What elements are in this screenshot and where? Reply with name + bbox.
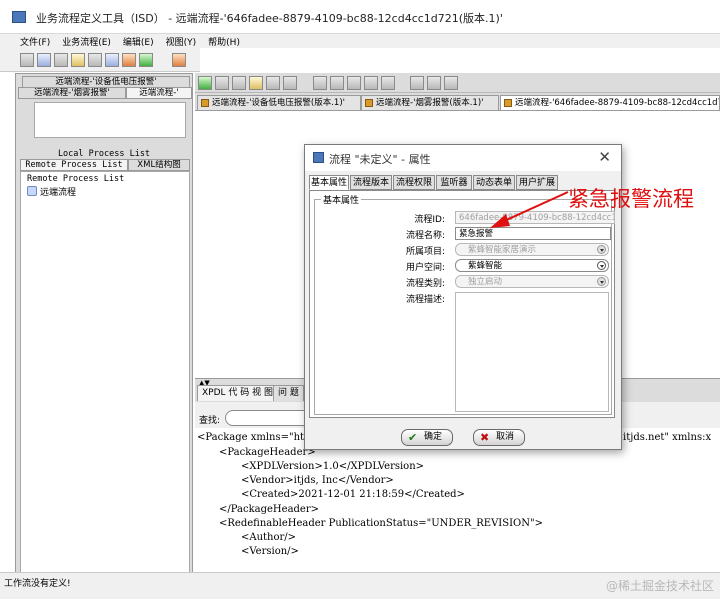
description-textarea[interactable]: [455, 292, 609, 412]
document-tabs: 远端流程-'设备低电压报警(版本.1)' 远端流程-'烟雾报警(版本.1)' 远…: [195, 93, 720, 111]
user-space-label: 用户空间:: [405, 263, 445, 273]
process-type-select: 独立启动: [455, 275, 609, 288]
project-select: 紫蜂智能家居演示: [455, 243, 609, 256]
distribute-icon[interactable]: [364, 76, 378, 90]
project-label: 所属项目:: [405, 247, 445, 257]
code-line: <RedefinableHeader PublicationStatus="UN…: [219, 518, 543, 529]
tab-process-version[interactable]: 流程版本: [350, 175, 392, 190]
print-icon[interactable]: [88, 53, 102, 67]
local-process-label[interactable]: Local Process List: [16, 149, 192, 159]
new-icon[interactable]: [20, 53, 34, 67]
annotation-label: 紧急报警流程: [568, 187, 694, 211]
annotation-arrow-icon: [490, 191, 569, 228]
exit-icon[interactable]: [172, 53, 186, 67]
align-center-icon[interactable]: [330, 76, 344, 90]
menu-edit[interactable]: 编辑(E): [123, 35, 154, 48]
layout-icon[interactable]: [427, 76, 441, 90]
subflow-icon[interactable]: [283, 76, 297, 90]
tab-process-permissions[interactable]: 流程权限: [393, 175, 435, 190]
import-icon[interactable]: [122, 53, 136, 67]
code-line: </PackageHeader>: [219, 504, 320, 515]
tab-listeners[interactable]: 监听器: [436, 175, 472, 190]
code-line: <Package xmlns="htt: [197, 432, 309, 443]
status-text: 工作流没有定义!: [4, 579, 71, 589]
add-icon[interactable]: [139, 53, 153, 67]
tab-smoke[interactable]: 远端流程-'烟雾报警': [18, 87, 126, 99]
tab-xpdl-code[interactable]: XPDL 代 码 视 图: [197, 385, 278, 401]
tab-issues[interactable]: 问 题: [273, 385, 304, 401]
ok-button[interactable]: ✔ 确定: [401, 429, 453, 446]
menu-process[interactable]: 业务流程(E): [62, 35, 111, 48]
save-icon[interactable]: [54, 53, 68, 67]
align-left-icon[interactable]: [313, 76, 327, 90]
doc-tab-current[interactable]: 远端流程-'646fadee-8879-4109-bc88-12cd4cc1d7…: [500, 95, 720, 110]
chevron-down-icon: [597, 277, 606, 286]
note-icon[interactable]: [249, 76, 263, 90]
code-line: <Vendor>itjds, Inc</Vendor>: [241, 475, 394, 486]
process-icon: [504, 99, 512, 107]
process-icon: [201, 99, 209, 107]
process-name-label: 流程名称:: [405, 231, 445, 241]
menu-view[interactable]: 视图(Y): [166, 35, 197, 48]
grid-icon[interactable]: [410, 76, 424, 90]
title-bar: 业务流程定义工具（ISD） - 远端流程-'646fadee-8879-4109…: [0, 0, 720, 34]
process-type-label: 流程类别:: [405, 279, 445, 289]
chevron-down-icon: [597, 245, 606, 254]
process-icon: [365, 99, 373, 107]
dialog-title: 流程 "未定义" - 属性: [329, 153, 431, 166]
process-id-label: 流程ID:: [414, 215, 445, 225]
menu-bar: 文件(F) 业务流程(E) 编辑(E) 视图(Y) 帮助(H): [0, 34, 720, 48]
description-label: 流程描述:: [405, 295, 445, 305]
status-bar: 工作流没有定义! @稀土掘金技术社区: [0, 572, 720, 599]
dialog-icon: [313, 152, 324, 163]
list-header: Remote Process List: [27, 174, 125, 184]
fit-icon[interactable]: [444, 76, 458, 90]
menu-file[interactable]: 文件(F): [20, 35, 50, 48]
refresh-icon[interactable]: [105, 53, 119, 67]
open-icon[interactable]: [37, 53, 51, 67]
watermark: @稀土掘金技术社区: [605, 579, 714, 593]
tree-item-remote[interactable]: 远端流程: [40, 185, 76, 198]
check-icon[interactable]: [198, 76, 212, 90]
code-line: <PackageHeader>: [219, 447, 316, 458]
close-icon[interactable]: ✕: [598, 148, 611, 166]
remote-process-list: Remote Process List 远端流程: [20, 171, 190, 576]
user-space-select[interactable]: 紫蜂智能: [455, 259, 609, 272]
tab-basic-properties[interactable]: 基本属性: [309, 175, 349, 190]
group-title: 基本属性: [321, 193, 362, 206]
cancel-button[interactable]: ✖ 取消: [473, 429, 525, 446]
doc-tab-low-voltage[interactable]: 远端流程-'设备低电压报警(版本.1)': [197, 95, 361, 110]
align-right-icon[interactable]: [347, 76, 361, 90]
doc-tab-smoke[interactable]: 远端流程-'烟雾报警(版本.1)': [361, 95, 499, 110]
search-label: 查找:: [199, 416, 221, 426]
editor-toolbar: [195, 73, 720, 93]
code-line: <Created>2021-12-01 21:18:59</Created>: [241, 489, 465, 500]
code-line: <XPDLVersion>1.0</XPDLVersion>: [241, 461, 425, 472]
cancel-icon: ✖: [480, 431, 490, 444]
tab-remote-process[interactable]: Remote Process List: [20, 159, 128, 171]
route-icon[interactable]: [266, 76, 280, 90]
node-icon[interactable]: [232, 76, 246, 90]
select-icon[interactable]: [215, 76, 229, 90]
dialog-title-bar: 流程 "未定义" - 属性 ✕: [305, 145, 621, 171]
code-line: <Author/>: [241, 532, 297, 543]
check-icon: ✔: [408, 431, 418, 444]
tab-remote-current[interactable]: 远端流程-': [126, 87, 192, 99]
zoom-icon[interactable]: [381, 76, 395, 90]
main-toolbar: [0, 48, 200, 72]
app-icon: [12, 11, 26, 23]
left-panel: 远端流程-'设备低电压报警' 远端流程-'烟雾报警' 远端流程-' Local …: [15, 73, 193, 578]
tree-node-icon: [27, 186, 37, 196]
code-line: <Version/>: [241, 546, 299, 557]
code-line: itjds.net" xmlns:x: [623, 432, 712, 443]
tab-xml-structure[interactable]: XML结构图: [128, 159, 190, 171]
folder-icon[interactable]: [71, 53, 85, 67]
menu-help[interactable]: 帮助(H): [208, 35, 240, 48]
chevron-down-icon[interactable]: [597, 261, 606, 270]
window-title: 业务流程定义工具（ISD） - 远端流程-'646fadee-8879-4109…: [36, 12, 503, 25]
tab-content-area: [34, 102, 186, 138]
